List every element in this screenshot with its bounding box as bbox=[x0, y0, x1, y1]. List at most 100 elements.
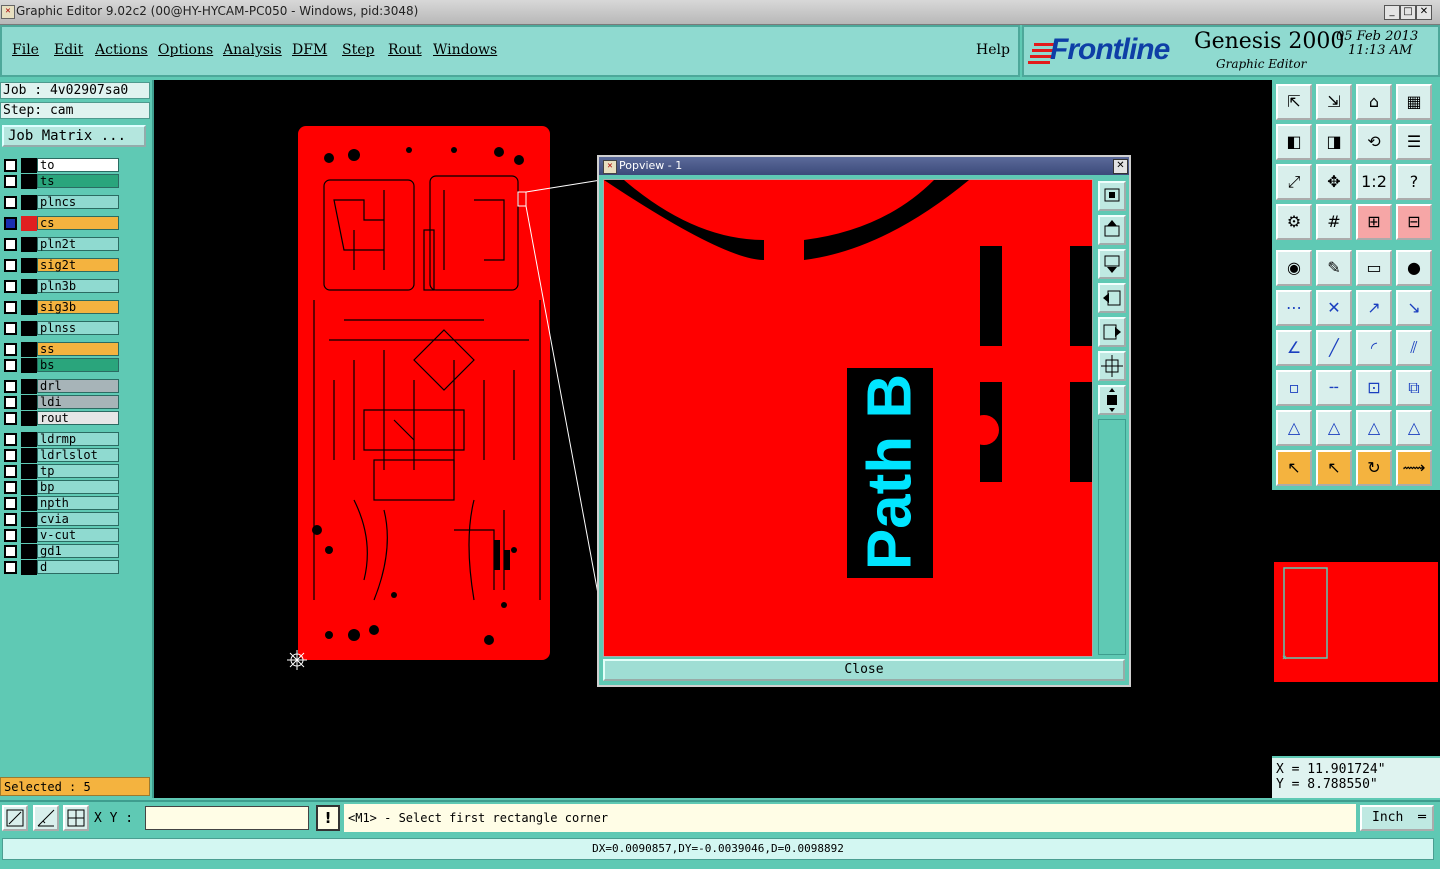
popview-window[interactable]: Popview - 1 ✕ ✕ Path B Close bbox=[597, 155, 1131, 687]
layer-row-ldi[interactable]: ldi bbox=[2, 395, 120, 410]
layer-row-drl[interactable]: drl bbox=[2, 379, 120, 394]
tool-zoom-in-page-button[interactable]: ⇲ bbox=[1316, 84, 1352, 120]
layer-color-swatch[interactable] bbox=[21, 258, 37, 273]
layer-color-swatch[interactable] bbox=[21, 358, 37, 373]
layer-name[interactable]: tp bbox=[37, 464, 119, 478]
layer-row-npth[interactable]: npth bbox=[2, 496, 120, 511]
tool-fit-screen-button[interactable]: ⤢ bbox=[1276, 164, 1312, 200]
layer-name[interactable]: drl bbox=[37, 379, 119, 393]
layer-name[interactable]: cvia bbox=[37, 512, 119, 526]
tool-triangle-b-button[interactable]: △ bbox=[1316, 410, 1352, 446]
layer-color-swatch[interactable] bbox=[21, 158, 37, 173]
tool-line-add-button[interactable]: ∠ bbox=[1276, 330, 1312, 366]
layer-row-plnss[interactable]: plnss bbox=[2, 321, 120, 336]
layer-row-ldrmp[interactable]: ldrmp bbox=[2, 432, 120, 447]
layer-color-swatch[interactable] bbox=[21, 480, 37, 495]
layer-checkbox[interactable] bbox=[4, 196, 17, 209]
tool-join-button[interactable]: ⧉ bbox=[1396, 370, 1432, 406]
layer-row-bp[interactable]: bp bbox=[2, 480, 120, 495]
layer-row-pln2t[interactable]: pln2t bbox=[2, 237, 120, 252]
layer-row-ldrlslot[interactable]: ldrlslot bbox=[2, 448, 120, 463]
layer-row-cvia[interactable]: cvia bbox=[2, 512, 120, 527]
layer-name[interactable]: sig2t bbox=[37, 258, 119, 272]
overview-map[interactable]: × bbox=[1272, 490, 1440, 756]
tool-delete-node-button[interactable]: ✕ bbox=[1316, 290, 1352, 326]
menu-actions[interactable]: Actions bbox=[95, 42, 148, 58]
layer-name[interactable]: sig3b bbox=[37, 300, 119, 314]
layer-name[interactable]: plnss bbox=[37, 321, 119, 335]
layer-color-swatch[interactable] bbox=[21, 496, 37, 511]
layer-checkbox[interactable] bbox=[4, 238, 17, 251]
tool-zoom-home-button[interactable]: ⇱ bbox=[1276, 84, 1312, 120]
layer-row-gd1[interactable]: gd1 bbox=[2, 544, 120, 559]
tool-pad-fill-button[interactable]: ● bbox=[1396, 250, 1432, 286]
popview-tool-zoom-in[interactable] bbox=[1098, 351, 1126, 381]
job-matrix-button[interactable]: Job Matrix ... bbox=[2, 125, 146, 147]
popview-tool-fit[interactable] bbox=[1098, 181, 1126, 211]
tool-hatch-button[interactable]: ☰ bbox=[1396, 124, 1432, 160]
menu-windows[interactable]: Windows bbox=[433, 42, 497, 58]
layer-color-swatch[interactable] bbox=[21, 237, 37, 252]
tool-center-view-button[interactable]: ✥ bbox=[1316, 164, 1352, 200]
layer-checkbox[interactable] bbox=[4, 481, 17, 494]
tool-pan-left-button[interactable]: ◧ bbox=[1276, 124, 1312, 160]
layer-row-ss[interactable]: ss bbox=[2, 342, 120, 357]
layer-row-to[interactable]: to bbox=[2, 158, 120, 173]
layer-row-plncs[interactable]: plncs bbox=[2, 195, 120, 210]
tool-select-rotate-button[interactable]: ↻ bbox=[1356, 450, 1392, 486]
layer-name[interactable]: ldi bbox=[37, 395, 119, 409]
tool-select-arrow-button[interactable]: ↖ bbox=[1276, 450, 1312, 486]
tool-zoom-house-button[interactable]: ⌂ bbox=[1356, 84, 1392, 120]
tool-help-button[interactable]: ? bbox=[1396, 164, 1432, 200]
menu-edit[interactable]: Edit bbox=[54, 42, 83, 58]
layer-color-swatch[interactable] bbox=[21, 342, 37, 357]
layer-checkbox[interactable] bbox=[4, 513, 17, 526]
layer-color-swatch[interactable] bbox=[21, 195, 37, 210]
layer-color-swatch[interactable] bbox=[21, 448, 37, 463]
layer-color-swatch[interactable] bbox=[21, 560, 37, 575]
grid-tool-button[interactable] bbox=[63, 805, 89, 831]
menu-rout[interactable]: Rout bbox=[388, 42, 422, 58]
layer-row-cs[interactable]: cs bbox=[2, 216, 120, 231]
menu-options[interactable]: Options bbox=[158, 42, 213, 58]
layer-name[interactable]: v-cut bbox=[37, 528, 119, 542]
tool-edit-shape-button[interactable]: ✎ bbox=[1316, 250, 1352, 286]
tool-options-button[interactable]: ⚙ bbox=[1276, 204, 1312, 240]
layer-row-ts[interactable]: ts bbox=[2, 174, 120, 189]
layer-checkbox[interactable] bbox=[4, 396, 17, 409]
layer-name[interactable]: bp bbox=[37, 480, 119, 494]
app-icon[interactable]: ✕ bbox=[1, 5, 15, 19]
layer-checkbox[interactable] bbox=[4, 159, 17, 172]
layer-name[interactable]: pln3b bbox=[37, 279, 119, 293]
layer-row-tp[interactable]: tp bbox=[2, 464, 120, 479]
layer-checkbox[interactable] bbox=[4, 380, 17, 393]
layer-row-bs[interactable]: bs bbox=[2, 358, 120, 373]
layer-row-sig3b[interactable]: sig3b bbox=[2, 300, 120, 315]
layer-color-swatch[interactable] bbox=[21, 512, 37, 527]
tool-measure-box-button[interactable]: ⊡ bbox=[1356, 370, 1392, 406]
layer-row-v-cut[interactable]: v-cut bbox=[2, 528, 120, 543]
layer-color-swatch[interactable] bbox=[21, 432, 37, 447]
tool-scale-1to1-button[interactable]: 1:2 bbox=[1356, 164, 1392, 200]
maximize-button[interactable]: □ bbox=[1400, 5, 1416, 20]
layer-color-swatch[interactable] bbox=[21, 544, 37, 559]
layer-checkbox[interactable] bbox=[4, 322, 17, 335]
layer-color-swatch[interactable] bbox=[21, 300, 37, 315]
tool-line-split-button[interactable]: ╌ bbox=[1316, 370, 1352, 406]
layer-checkbox[interactable] bbox=[4, 359, 17, 372]
tool-ruler-button[interactable]: ▭ bbox=[1356, 250, 1392, 286]
layer-name[interactable]: d bbox=[37, 560, 119, 574]
layer-name[interactable]: to bbox=[37, 158, 119, 172]
popview-tool-zoom-out[interactable] bbox=[1098, 385, 1126, 415]
layer-color-swatch[interactable] bbox=[21, 321, 37, 336]
warning-button[interactable]: ! bbox=[316, 805, 340, 831]
tool-triangle-c-button[interactable]: △ bbox=[1356, 410, 1392, 446]
layer-checkbox[interactable] bbox=[4, 497, 17, 510]
layer-color-swatch[interactable] bbox=[21, 528, 37, 543]
snap-tool-button[interactable] bbox=[2, 805, 28, 831]
layer-color-swatch[interactable] bbox=[21, 279, 37, 294]
layer-checkbox[interactable] bbox=[4, 561, 17, 574]
popview-canvas[interactable]: Path B bbox=[603, 179, 1093, 657]
layer-row-pln3b[interactable]: pln3b bbox=[2, 279, 120, 294]
layer-checkbox[interactable] bbox=[4, 301, 17, 314]
